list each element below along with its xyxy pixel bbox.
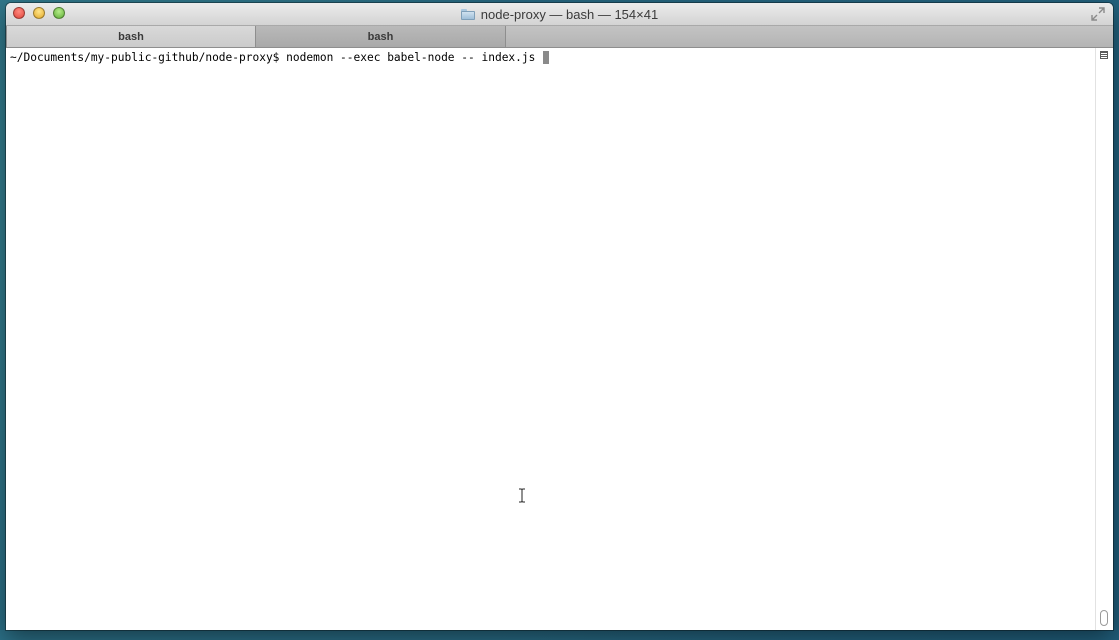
terminal-window: node-proxy — bash — 154×41 bash bash ~/D… [6,3,1113,630]
text-cursor [543,51,550,64]
scrollbar-thumb[interactable] [1100,610,1108,626]
fullscreen-button[interactable] [1091,7,1105,21]
terminal-output-area[interactable]: ~/Documents/my-public-github/node-proxy$… [6,48,1096,630]
tab-bar: bash bash [6,26,1113,48]
split-pane-icon[interactable] [1100,51,1108,59]
folder-icon [460,8,475,20]
vertical-scrollbar[interactable] [1095,48,1113,630]
shell-prompt: ~/Documents/my-public-github/node-proxy$ [10,51,287,64]
typed-command: nodemon --exec babel-node -- index.js [286,51,543,64]
title-bar[interactable]: node-proxy — bash — 154×41 [6,3,1113,26]
tab-bash-2[interactable]: bash [256,26,506,47]
tab-label: bash [118,30,144,43]
window-title-group: node-proxy — bash — 154×41 [6,3,1113,25]
tab-bash-1[interactable]: bash [6,26,256,47]
command-line: ~/Documents/my-public-github/node-proxy$… [10,51,550,64]
tab-label: bash [367,30,394,43]
ibeam-cursor-icon [519,488,525,503]
window-title: node-proxy — bash — 154×41 [480,6,659,22]
fullscreen-icon [1091,7,1105,21]
